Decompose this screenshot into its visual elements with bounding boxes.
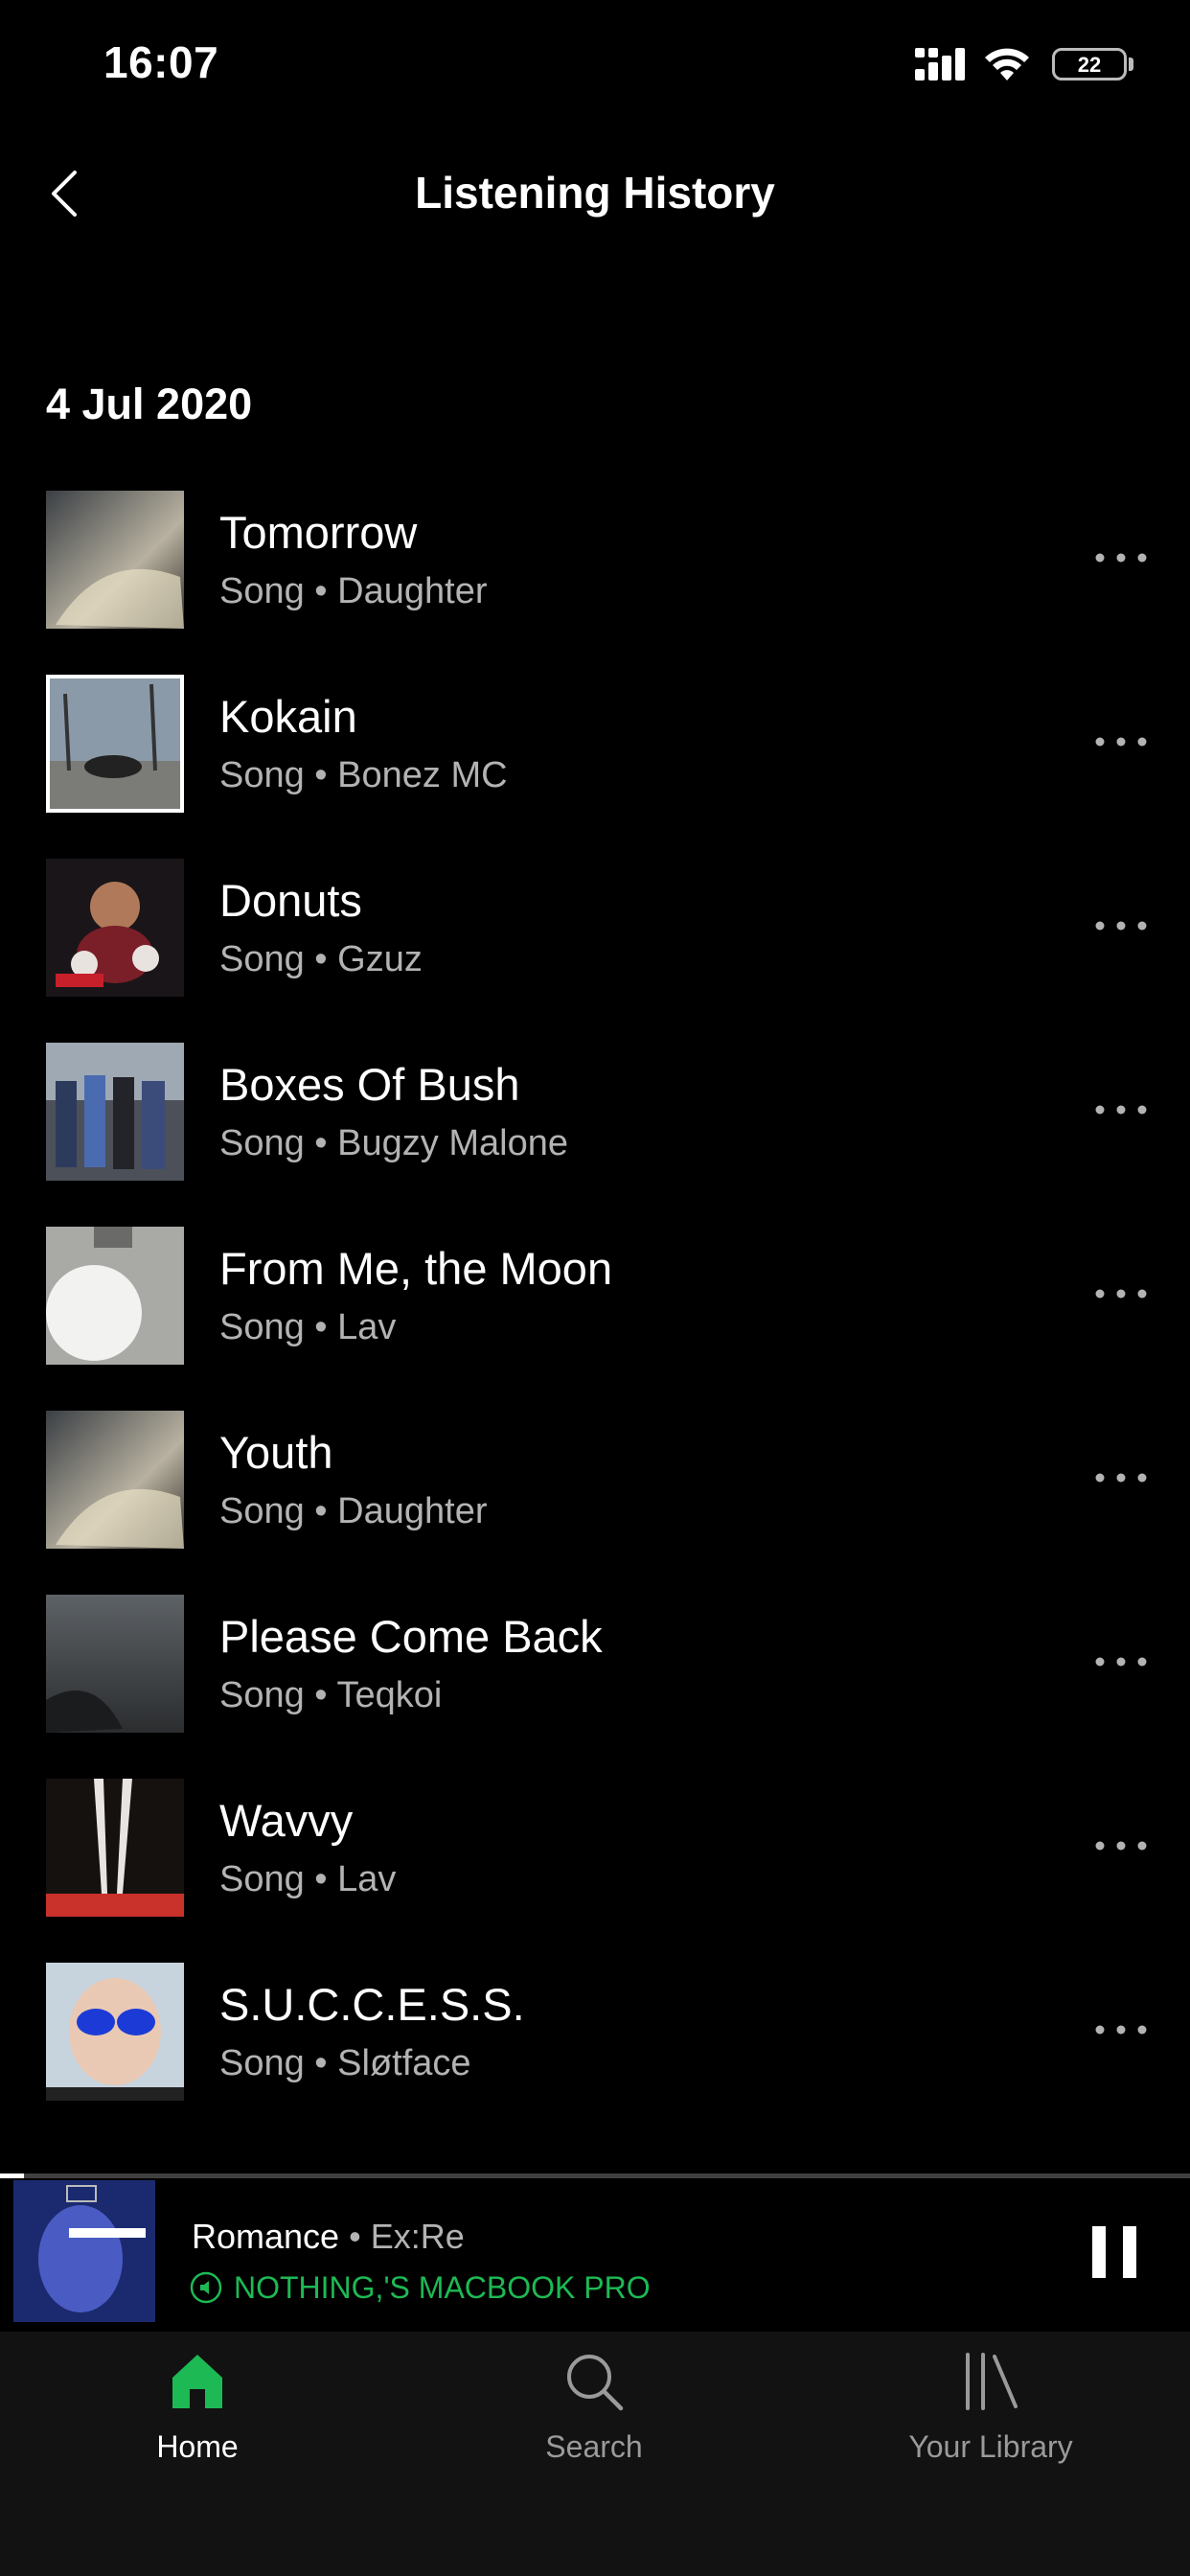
pause-bar-left (1092, 2226, 1106, 2278)
more-options-icon[interactable] (1092, 2020, 1150, 2039)
home-icon (172, 2355, 222, 2408)
tab-home[interactable]: Home (54, 2351, 341, 2465)
track-subtitle: Song • Daughter (219, 1491, 488, 1531)
album-art (46, 1227, 184, 1365)
status-time: 16:07 (103, 37, 219, 87)
track-subtitle: Song • Teqkoi (219, 1675, 443, 1715)
album-art (46, 491, 184, 629)
tab-search[interactable]: Search (450, 2351, 738, 2465)
track-subtitle: Song • Gzuz (219, 939, 423, 979)
page-title: Listening History (415, 168, 775, 218)
album-art (46, 1595, 184, 1733)
more-options-icon[interactable] (1092, 916, 1150, 935)
track-subtitle: Song • Daughter (219, 571, 488, 611)
album-art (46, 859, 184, 997)
album-art (46, 1043, 184, 1181)
track-title: Boxes Of Bush (219, 1059, 520, 1110)
track-row[interactable]: Youth Song • Daughter (0, 1409, 1190, 1593)
now-playing-title: Romance • Ex:Re (192, 2217, 465, 2257)
track-title: S.U.C.C.E.S.S. (219, 1979, 525, 2030)
pause-button[interactable] (1092, 2226, 1136, 2278)
pause-bar-right (1123, 2226, 1136, 2278)
tab-library[interactable]: Your Library (847, 2351, 1134, 2465)
tab-bar: Home Search Your Library (0, 2332, 1190, 2576)
track-row[interactable]: Wavvy Song • Lav (0, 1777, 1190, 1961)
battery-nub (1129, 58, 1133, 71)
wifi-icon (985, 48, 1029, 80)
battery-icon: 22 (1052, 48, 1127, 80)
header: Listening History (0, 144, 1190, 240)
track-title: From Me, the Moon (219, 1243, 613, 1294)
now-playing-separator: • (339, 2217, 371, 2256)
track-title: Tomorrow (219, 507, 418, 558)
album-art (46, 1411, 184, 1549)
tab-search-label: Search (545, 2429, 643, 2464)
track-title: Youth (219, 1427, 333, 1478)
more-options-icon[interactable] (1092, 548, 1150, 567)
track-row[interactable]: S.U.C.C.E.S.S. Song • Sløtface (0, 1961, 1190, 2145)
track-subtitle: Song • Lav (219, 1307, 397, 1347)
track-title: Wavvy (219, 1795, 354, 1846)
search-icon (567, 2355, 624, 2411)
section-date-heading: 4 Jul 2020 (46, 380, 253, 428)
album-art (46, 1779, 184, 1917)
track-subtitle: Song • Bonez MC (219, 755, 508, 795)
track-subtitle: Song • Lav (219, 1859, 397, 1899)
more-options-icon[interactable] (1092, 1836, 1150, 1855)
track-row[interactable]: Donuts Song • Gzuz (0, 857, 1190, 1041)
cellular-signal-icon (915, 48, 965, 80)
track-subtitle: Song • Bugzy Malone (219, 1123, 568, 1163)
battery-level: 22 (1077, 53, 1102, 77)
library-icon (966, 2353, 1018, 2410)
connected-device-name: NOTHING,'S MACBOOK PRO (234, 2270, 651, 2305)
status-bar: 16:07 22 (0, 0, 1190, 134)
track-row[interactable]: Tomorrow Song • Daughter (0, 489, 1190, 673)
more-options-icon[interactable] (1092, 1468, 1150, 1487)
speaker-icon (190, 2271, 222, 2304)
track-row[interactable]: Kokain Song • Bonez MC (0, 673, 1190, 857)
album-art (46, 1963, 184, 2101)
track-row[interactable]: Please Come Back Song • Teqkoi (0, 1593, 1190, 1777)
track-row[interactable]: From Me, the Moon Song • Lav (0, 1225, 1190, 1409)
track-title: Kokain (219, 691, 357, 742)
mini-player[interactable]: Romance • Ex:Re NOTHING,'S MACBOOK PRO (0, 2178, 1190, 2332)
track-row[interactable]: Boxes Of Bush Song • Bugzy Malone (0, 1041, 1190, 1225)
connected-device[interactable]: NOTHING,'S MACBOOK PRO (190, 2270, 651, 2306)
album-art (46, 675, 184, 813)
now-playing-artist: Ex:Re (370, 2217, 465, 2256)
more-options-icon[interactable] (1092, 1100, 1150, 1119)
now-playing-art (13, 2180, 155, 2322)
now-playing-track: Romance (192, 2217, 340, 2256)
tab-library-label: Your Library (908, 2429, 1073, 2464)
more-options-icon[interactable] (1092, 732, 1150, 751)
track-subtitle: Song • Sløtface (219, 2043, 471, 2083)
tab-home-label: Home (156, 2429, 239, 2464)
more-options-icon[interactable] (1092, 1652, 1150, 1671)
track-list: Tomorrow Song • Daughter Kokain Song • B… (0, 489, 1190, 2145)
track-title: Donuts (219, 875, 362, 926)
track-title: Please Come Back (219, 1611, 603, 1662)
more-options-icon[interactable] (1092, 1284, 1150, 1303)
